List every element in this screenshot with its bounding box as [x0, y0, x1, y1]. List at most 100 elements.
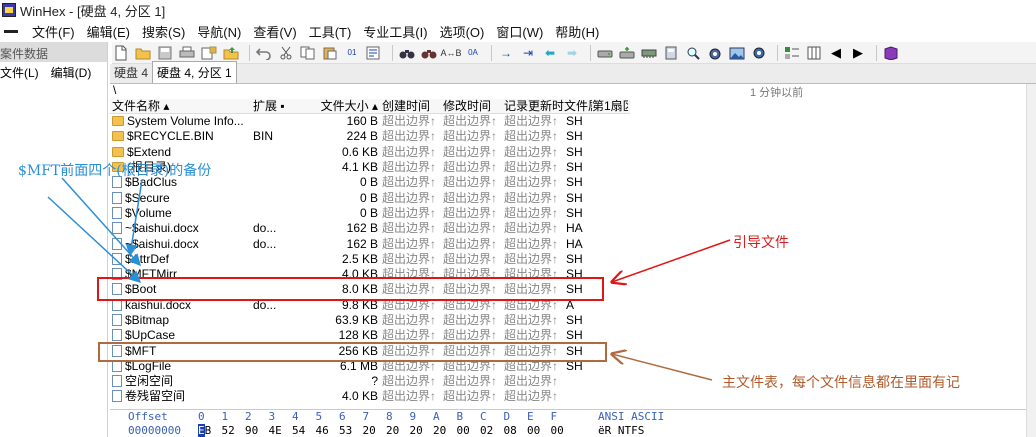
- hex-byte[interactable]: 20: [410, 424, 434, 437]
- case-menu-file[interactable]: 文件(L): [0, 64, 39, 80]
- hex-byte[interactable]: 53: [339, 424, 363, 437]
- fill-icon[interactable]: [365, 45, 383, 61]
- columns-icon[interactable]: [805, 45, 823, 61]
- table-row[interactable]: $Boot 8.0 KB 超出边界↑ 超出边界↑ 超出边界↑ SH: [110, 282, 630, 297]
- column-header-attr[interactable]: 文件属性: [564, 99, 592, 113]
- hex-bytes[interactable]: EB 52 90 4E 54 46 53 20 20 20 20 00 02 08 00 00: [198, 424, 574, 437]
- hex-byte[interactable]: 54: [292, 424, 316, 437]
- vertical-scrollbar[interactable]: [1026, 84, 1036, 437]
- tab-disk-4-partition-1[interactable]: 硬盘 4, 分区 1: [152, 61, 237, 83]
- hex-byte[interactable]: 4E: [269, 424, 293, 437]
- column-header-record-changed[interactable]: 记录更新时间: [502, 99, 564, 113]
- hex-byte[interactable]: 46: [316, 424, 340, 437]
- goto-back-icon[interactable]: ⇥: [519, 45, 537, 61]
- hex-byte[interactable]: EB: [198, 424, 222, 437]
- undo-icon[interactable]: [255, 45, 273, 61]
- hex-cursor[interactable]: E: [198, 424, 205, 437]
- menu-help[interactable]: 帮助(H): [549, 22, 605, 41]
- case-menu-edit[interactable]: 编辑(D): [51, 64, 92, 80]
- cell-name: $BadClus: [110, 175, 253, 190]
- calculator-icon[interactable]: [662, 45, 680, 61]
- replace-icon[interactable]: A↔B: [441, 45, 462, 61]
- menu-navigation[interactable]: 导航(N): [191, 22, 247, 41]
- goto-icon[interactable]: →: [497, 45, 515, 61]
- find-hex-icon[interactable]: [420, 45, 438, 61]
- open-icon[interactable]: [134, 45, 152, 61]
- column-header-size[interactable]: 文件大小 ▴: [300, 99, 380, 113]
- table-row[interactable]: 空闲空间? 超出边界↑ 超出边界↑ 超出边界↑: [110, 374, 630, 389]
- cut-icon[interactable]: [277, 45, 295, 61]
- column-header-modified[interactable]: 修改时间: [441, 99, 502, 113]
- book-icon[interactable]: [882, 45, 900, 61]
- find-icon[interactable]: [398, 45, 416, 61]
- table-row[interactable]: $Extend 0.6 KB 超出边界↑ 超出边界↑ 超出边界↑ SH: [110, 145, 630, 160]
- column-header-created[interactable]: 创建时间: [380, 99, 441, 113]
- hex-byte[interactable]: 00: [551, 424, 575, 437]
- table-row[interactable]: $RECYCLE.BIN BIN 224 B 超出边界↑ 超出边界↑ 超出边界↑ SH: [110, 129, 630, 144]
- hex-byte[interactable]: 02: [480, 424, 504, 437]
- copy-icon[interactable]: [299, 45, 317, 61]
- menu-search[interactable]: 搜索(S): [136, 22, 191, 41]
- menu-options[interactable]: 选项(O): [434, 22, 491, 41]
- image-icon[interactable]: [728, 45, 746, 61]
- cell-attr: SH: [566, 160, 583, 175]
- hex-byte[interactable]: 00: [457, 424, 481, 437]
- tools-icon[interactable]: [783, 45, 801, 61]
- table-row[interactable]: $MFTMirr 4.0 KB 超出边界↑ 超出边界↑ 超出边界↑ SH: [110, 267, 630, 282]
- table-row[interactable]: 卷残留空间 4.0 KB 超出边界↑ 超出边界↑ 超出边界↑: [110, 389, 630, 404]
- hex-byte[interactable]: 52: [222, 424, 246, 437]
- hex-ansi-text[interactable]: ëR NTFS: [598, 424, 644, 437]
- prev-icon[interactable]: ◀: [827, 45, 845, 61]
- table-row[interactable]: $MFT 256 KB 超出边界↑ 超出边界↑ 超出边界↑ SH: [110, 343, 630, 358]
- hex-byte[interactable]: 20: [433, 424, 457, 437]
- table-row[interactable]: (根目录) 4.1 KB 超出边界↑ 超出边界↑ 超出边界↑ SH: [110, 160, 630, 175]
- table-row[interactable]: ~$aishui.docx do... 162 B 超出边界↑ 超出边界↑ 超出边界↑ HA: [110, 221, 630, 236]
- hex-byte[interactable]: 20: [363, 424, 387, 437]
- menu-handle-icon[interactable]: [4, 29, 18, 33]
- cell-modified: 超出边界↑: [443, 343, 498, 358]
- properties-icon[interactable]: [200, 45, 218, 61]
- menu-edit[interactable]: 编辑(E): [81, 22, 136, 41]
- menu-tools[interactable]: 工具(T): [303, 22, 358, 41]
- menu-view[interactable]: 查看(V): [247, 22, 302, 41]
- ram-icon[interactable]: [640, 45, 658, 61]
- disk-icon[interactable]: [596, 45, 614, 61]
- export-icon[interactable]: [222, 45, 240, 61]
- menu-window[interactable]: 窗口(W): [490, 22, 549, 41]
- menu-file[interactable]: 文件(F): [26, 22, 81, 41]
- table-row[interactable]: System Volume Info... 160 B 超出边界↑ 超出边界↑ 超出边界…: [110, 114, 630, 129]
- new-icon[interactable]: [112, 45, 130, 61]
- next-icon[interactable]: ▶: [849, 45, 867, 61]
- open-disk-icon[interactable]: [618, 45, 636, 61]
- search-icon[interactable]: [684, 45, 702, 61]
- print-icon[interactable]: [178, 45, 196, 61]
- hex-byte[interactable]: 00: [527, 424, 551, 437]
- hex-byte[interactable]: 08: [504, 424, 528, 437]
- write-icon[interactable]: 01: [343, 45, 361, 61]
- table-row[interactable]: $Secure 0 B 超出边界↑ 超出边界↑ 超出边界↑ SH: [110, 190, 630, 205]
- column-header-ext[interactable]: 扩展 ▪: [253, 99, 300, 113]
- view-icon[interactable]: [706, 45, 724, 61]
- tab-disk-4[interactable]: 硬盘 4: [110, 62, 152, 83]
- table-row[interactable]: $UpCase 128 KB 超出边界↑ 超出边界↑ 超出边界↑ SH: [110, 328, 630, 343]
- table-row[interactable]: $BadClus 0 B 超出边界↑ 超出边界↑ 超出边界↑ SH: [110, 175, 630, 190]
- back-icon[interactable]: ⬅: [541, 45, 559, 61]
- table-row[interactable]: $Volume 0 B 超出边界↑ 超出边界↑ 超出边界↑ SH: [110, 206, 630, 221]
- hex-byte[interactable]: 90: [245, 424, 269, 437]
- settings-icon[interactable]: [750, 45, 768, 61]
- hex-byte[interactable]: 20: [386, 424, 410, 437]
- table-row[interactable]: $Bitmap 63.9 KB 超出边界↑ 超出边界↑ 超出边界↑ SH: [110, 313, 630, 328]
- forward-icon[interactable]: ➡: [563, 45, 581, 61]
- table-row[interactable]: kaishui.docx do... 9.8 KB 超出边界↑ 超出边界↑ 超出边界↑ A: [110, 298, 630, 313]
- cell-attr: SH: [566, 175, 583, 190]
- replace-hex-icon[interactable]: 0A: [464, 45, 482, 61]
- save-icon[interactable]: [156, 45, 174, 61]
- menu-specialist-tools[interactable]: 专业工具(I): [357, 22, 433, 41]
- current-path[interactable]: \: [113, 83, 116, 97]
- table-row[interactable]: ~$aishui.docx do... 162 B 超出边界↑ 超出边界↑ 超出边界↑ HA: [110, 236, 630, 251]
- table-row[interactable]: $LogFile 6.1 MB 超出边界↑ 超出边界↑ 超出边界↑ SH: [110, 359, 630, 374]
- column-header-name[interactable]: 文件名称 ▴: [110, 99, 253, 113]
- column-header-first-sector[interactable]: 第1扇区: [592, 99, 628, 113]
- paste-icon[interactable]: [321, 45, 339, 61]
- table-row[interactable]: $AttrDef 2.5 KB 超出边界↑ 超出边界↑ 超出边界↑ SH: [110, 252, 630, 267]
